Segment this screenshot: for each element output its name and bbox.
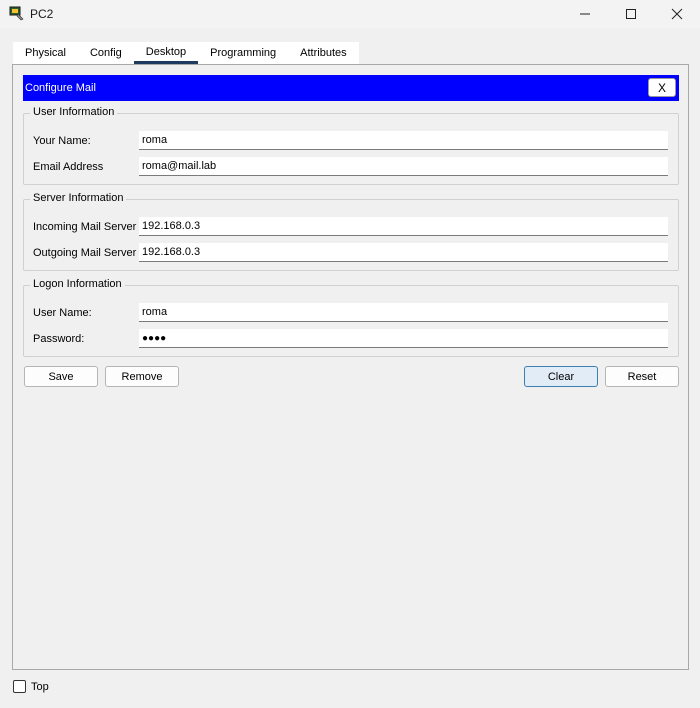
logon-information-legend: Logon Information	[30, 278, 125, 290]
maximize-icon	[626, 9, 636, 19]
tab-strip: Physical Config Desktop Programming Attr…	[13, 42, 359, 64]
password-label: Password:	[33, 333, 85, 345]
configure-mail-header: Configure Mail X	[23, 75, 679, 101]
tab-attributes[interactable]: Attributes	[288, 42, 359, 64]
minimize-icon	[580, 13, 590, 15]
outgoing-mail-server-label: Outgoing Mail Server	[33, 247, 137, 259]
user-information-legend: User Information	[30, 106, 118, 118]
email-address-input[interactable]	[139, 157, 668, 176]
save-button[interactable]: Save	[24, 366, 98, 387]
clear-button[interactable]: Clear	[524, 366, 598, 387]
email-address-label: Email Address	[33, 161, 104, 173]
tab-programming[interactable]: Programming	[198, 42, 289, 64]
server-information-legend: Server Information	[30, 192, 127, 204]
top-checkbox[interactable]	[13, 680, 26, 693]
configure-mail-close-button[interactable]: X	[648, 78, 676, 97]
configure-mail-title: Configure Mail	[25, 82, 96, 94]
desktop-tab-panel: Configure Mail X User Information Your N…	[12, 64, 689, 670]
window-title: PC2	[30, 7, 54, 21]
outgoing-mail-server-input[interactable]	[139, 243, 668, 262]
maximize-button[interactable]	[608, 0, 654, 28]
close-icon	[671, 8, 683, 20]
tab-desktop[interactable]: Desktop	[133, 42, 199, 64]
remove-button[interactable]: Remove	[105, 366, 179, 387]
logon-information-group: Logon Information User Name: Password: ●…	[23, 278, 679, 357]
minimize-button[interactable]	[562, 0, 608, 28]
title-bar: PC2	[0, 0, 700, 28]
password-input[interactable]: ●●●●	[139, 329, 668, 348]
reset-button[interactable]: Reset	[605, 366, 679, 387]
your-name-label: Your Name:	[33, 135, 91, 147]
user-name-input[interactable]	[139, 303, 668, 322]
tab-physical[interactable]: Physical	[13, 42, 78, 64]
tab-config[interactable]: Config	[77, 42, 134, 64]
incoming-mail-server-label: Incoming Mail Server	[33, 221, 137, 233]
user-name-label: User Name:	[33, 307, 92, 319]
server-information-group: Server Information Incoming Mail Server …	[23, 192, 679, 271]
pc-app-icon	[9, 6, 24, 21]
close-button[interactable]	[654, 0, 700, 28]
top-checkbox-label: Top	[31, 681, 49, 693]
user-information-group: User Information Your Name: Email Addres…	[23, 106, 679, 185]
your-name-input[interactable]	[139, 131, 668, 150]
incoming-mail-server-input[interactable]	[139, 217, 668, 236]
